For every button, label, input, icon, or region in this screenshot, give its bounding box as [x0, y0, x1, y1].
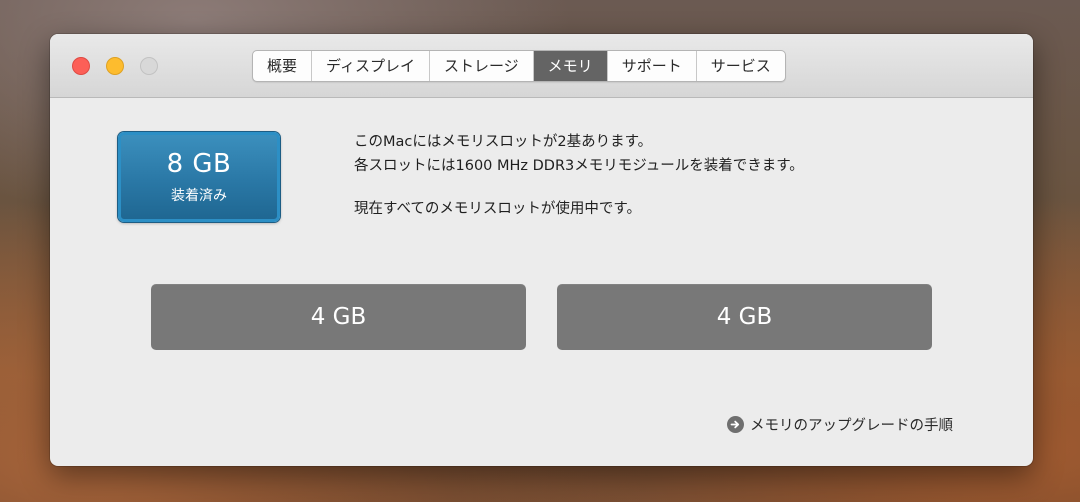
tab-service[interactable]: サービス [697, 51, 785, 81]
zoom-window-button [140, 57, 158, 75]
tab-storage[interactable]: ストレージ [430, 51, 534, 81]
tab-overview[interactable]: 概要 [253, 51, 313, 81]
installed-memory-size: 8 GB [166, 149, 232, 179]
close-window-button[interactable] [72, 57, 90, 75]
tab-memory[interactable]: メモリ [533, 51, 608, 81]
installed-memory-badge: 8 GB 装着済み [118, 132, 280, 222]
tab-bar: 概要 ディスプレイ ストレージ メモリ サポート サービス [252, 50, 786, 82]
memory-upgrade-instructions-link[interactable]: メモリのアップグレードの手順 [727, 414, 953, 435]
memory-slot-1: 4 GB [151, 284, 526, 350]
title-bar: 概要 ディスプレイ ストレージ メモリ サポート サービス [50, 34, 1033, 98]
memory-info-text: このMacにはメモリスロットが2基あります。 各スロットには1600 MHz D… [354, 130, 804, 221]
installed-memory-label: 装着済み [171, 188, 227, 204]
memory-slot-count-text: このMacにはメモリスロットが2基あります。 [354, 134, 653, 150]
tab-displays[interactable]: ディスプレイ [312, 51, 430, 81]
arrow-right-circle-icon [727, 416, 744, 433]
memory-module-spec-text: 各スロットには1600 MHz DDR3メモリモジュールを装着できます。 [354, 158, 804, 174]
memory-slot-2: 4 GB [557, 284, 932, 350]
memory-slot-usage-text: 現在すべてのメモリスロットが使用中です。 [354, 201, 641, 217]
minimize-window-button[interactable] [106, 57, 124, 75]
upgrade-link-label: メモリのアップグレードの手順 [750, 418, 953, 434]
about-this-mac-window: 概要 ディスプレイ ストレージ メモリ サポート サービス 8 GB 装着済み … [50, 34, 1033, 466]
tab-support[interactable]: サポート [608, 51, 697, 81]
